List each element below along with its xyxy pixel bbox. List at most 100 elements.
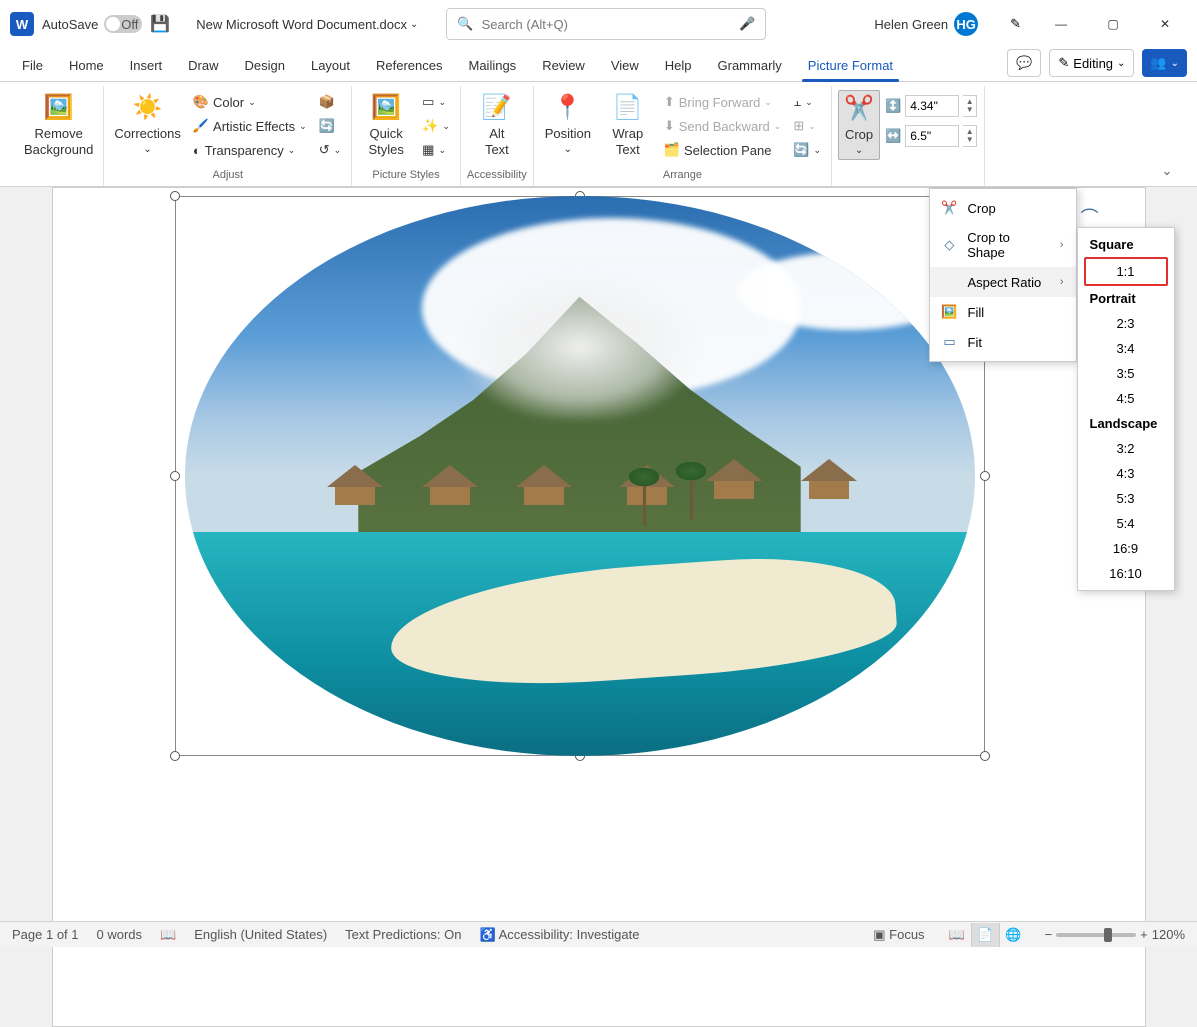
ratio-3-2[interactable]: 3:2 [1084, 436, 1168, 461]
align-button[interactable]: ⫠ ⌄ [789, 90, 825, 114]
editing-mode-button[interactable]: ✎ Editing ⌄ [1049, 49, 1134, 77]
crop-button[interactable]: ✂️ Crop⌄ [838, 90, 880, 160]
width-input[interactable]: ↔️▲▼ [884, 124, 978, 148]
autosave-toggle[interactable]: Off [104, 15, 142, 33]
resize-handle[interactable] [170, 471, 180, 481]
crop-menu-fill[interactable]: 🖼️Fill [930, 297, 1076, 327]
width-spinner[interactable]: ▲▼ [963, 125, 977, 147]
resize-handle[interactable] [170, 191, 180, 201]
picture-border-button[interactable]: ▭ ⌄ [418, 90, 454, 114]
tab-grammarly[interactable]: Grammarly [706, 52, 794, 81]
effects-icon: ✨ [422, 118, 438, 134]
height-input[interactable]: ↕️▲▼ [884, 94, 978, 118]
read-mode-button[interactable]: 📖 [943, 923, 971, 947]
picture-layout-button[interactable]: ▦ ⌄ [418, 138, 454, 162]
quick-styles-button[interactable]: 🖼️ Quick Styles [358, 90, 414, 159]
spellcheck-icon[interactable]: 📖 [160, 927, 176, 943]
document-title[interactable]: New Microsoft Word Document.docx ⌄ [196, 17, 418, 32]
tab-review[interactable]: Review [530, 52, 597, 81]
document-area: ⌒ ✂️Crop◇Crop to Shape›Aspect Ratio›🖼️Fi… [0, 187, 1197, 1027]
crop-menu-fit[interactable]: ▭Fit [930, 327, 1076, 357]
picture-effects-button[interactable]: ✨ ⌄ [418, 114, 454, 138]
crop-menu-aspect[interactable]: Aspect Ratio› [930, 267, 1076, 297]
zoom-out-button[interactable]: − [1045, 927, 1053, 942]
ratio-16-10[interactable]: 16:10 [1084, 561, 1168, 586]
crop-icon: ✂️ [843, 93, 875, 125]
selection-pane-button[interactable]: 🗂️Selection Pane [660, 138, 786, 162]
remove-background-button[interactable]: 🖼️ Remove Background [20, 90, 97, 159]
save-icon[interactable]: 💾 [150, 14, 170, 34]
ratio-4-5[interactable]: 4:5 [1084, 386, 1168, 411]
microphone-icon[interactable]: 🎤 [739, 16, 755, 32]
crop-menu-shape[interactable]: ◇Crop to Shape› [930, 223, 1076, 267]
pen-icon[interactable]: ✎ [1010, 16, 1021, 32]
tab-references[interactable]: References [364, 52, 454, 81]
position-button[interactable]: 📍 Position⌄ [540, 90, 596, 158]
maximize-button[interactable]: ▢ [1091, 4, 1135, 44]
compress-icon: 📦 [319, 94, 335, 110]
ratio-section-square: Square [1080, 232, 1172, 257]
share-button[interactable]: 👥 ⌄ [1142, 49, 1187, 77]
artistic-effects-button[interactable]: 🖌️Artistic Effects ⌄ [189, 114, 311, 138]
tab-file[interactable]: File [10, 52, 55, 81]
tab-draw[interactable]: Draw [176, 52, 230, 81]
change-picture-button[interactable]: 🔄 [315, 114, 345, 138]
group-button[interactable]: ⊞ ⌄ [789, 114, 825, 138]
rotate-button[interactable]: 🔄 ⌄ [789, 138, 825, 162]
search-input[interactable]: 🔍 Search (Alt+Q) 🎤 [446, 8, 766, 40]
close-button[interactable]: ✕ [1143, 4, 1187, 44]
height-spinner[interactable]: ▲▼ [963, 95, 977, 117]
word-count[interactable]: 0 words [97, 927, 143, 942]
fit-icon: ▭ [942, 334, 958, 350]
ratio-1-1[interactable]: 1:1 [1084, 257, 1168, 286]
corrections-button[interactable]: ☀️ Corrections⌄ [110, 90, 184, 158]
ratio-3-4[interactable]: 3:4 [1084, 336, 1168, 361]
autosave[interactable]: AutoSave Off [42, 15, 142, 33]
comments-button[interactable]: 💬 [1007, 49, 1041, 77]
tab-insert[interactable]: Insert [118, 52, 175, 81]
zoom-slider[interactable] [1056, 933, 1136, 937]
wrap-text-button[interactable]: 📄 Wrap Text [600, 90, 656, 159]
text-predictions[interactable]: Text Predictions: On [345, 927, 461, 942]
crop-menu-crop[interactable]: ✂️Crop [930, 193, 1076, 223]
bring-forward-button[interactable]: ⬆Bring Forward ⌄ [660, 90, 786, 114]
selected-picture[interactable] [175, 196, 985, 756]
zoom-control[interactable]: − + 120% [1045, 927, 1185, 942]
color-button[interactable]: 🎨Color ⌄ [189, 90, 311, 114]
ratio-4-3[interactable]: 4:3 [1084, 461, 1168, 486]
resize-handle[interactable] [980, 471, 990, 481]
focus-button[interactable]: ▣ Focus [873, 927, 924, 943]
tab-view[interactable]: View [599, 52, 651, 81]
language[interactable]: English (United States) [194, 927, 327, 942]
ribbon-collapse-button[interactable]: ⌄ [1155, 162, 1179, 180]
view-buttons: 📖 📄 🌐 [943, 923, 1027, 947]
tab-mailings[interactable]: Mailings [457, 52, 529, 81]
alt-text-button[interactable]: 📝 Alt Text [469, 90, 525, 159]
zoom-in-button[interactable]: + [1140, 927, 1148, 942]
tab-home[interactable]: Home [57, 52, 116, 81]
compress-button[interactable]: 📦 [315, 90, 345, 114]
tab-layout[interactable]: Layout [299, 52, 362, 81]
ratio-3-5[interactable]: 3:5 [1084, 361, 1168, 386]
page-count[interactable]: Page 1 of 1 [12, 927, 79, 942]
ratio-2-3[interactable]: 2:3 [1084, 311, 1168, 336]
reset-picture-button[interactable]: ↺ ⌄ [315, 138, 345, 162]
transparency-button[interactable]: ◐Transparency ⌄ [189, 138, 311, 162]
resize-handle[interactable] [170, 751, 180, 761]
resize-handle[interactable] [980, 751, 990, 761]
accessibility-status[interactable]: ♿ Accessibility: Investigate [480, 927, 640, 943]
page[interactable]: ⌒ ✂️Crop◇Crop to Shape›Aspect Ratio›🖼️Fi… [52, 187, 1146, 1027]
tab-design[interactable]: Design [233, 52, 297, 81]
print-layout-button[interactable]: 📄 [971, 923, 999, 947]
minimize-button[interactable]: — [1039, 4, 1083, 44]
tab-picture-format[interactable]: Picture Format [796, 52, 905, 81]
user-account[interactable]: Helen Green HG [874, 12, 978, 36]
zoom-level[interactable]: 120% [1152, 927, 1185, 942]
tab-help[interactable]: Help [653, 52, 704, 81]
ratio-5-4[interactable]: 5:4 [1084, 511, 1168, 536]
ratio-16-9[interactable]: 16:9 [1084, 536, 1168, 561]
send-backward-button[interactable]: ⬇Send Backward ⌄ [660, 114, 786, 138]
ribbon-tabs: FileHomeInsertDrawDesignLayoutReferences… [0, 48, 1197, 82]
ratio-5-3[interactable]: 5:3 [1084, 486, 1168, 511]
web-layout-button[interactable]: 🌐 [999, 923, 1027, 947]
